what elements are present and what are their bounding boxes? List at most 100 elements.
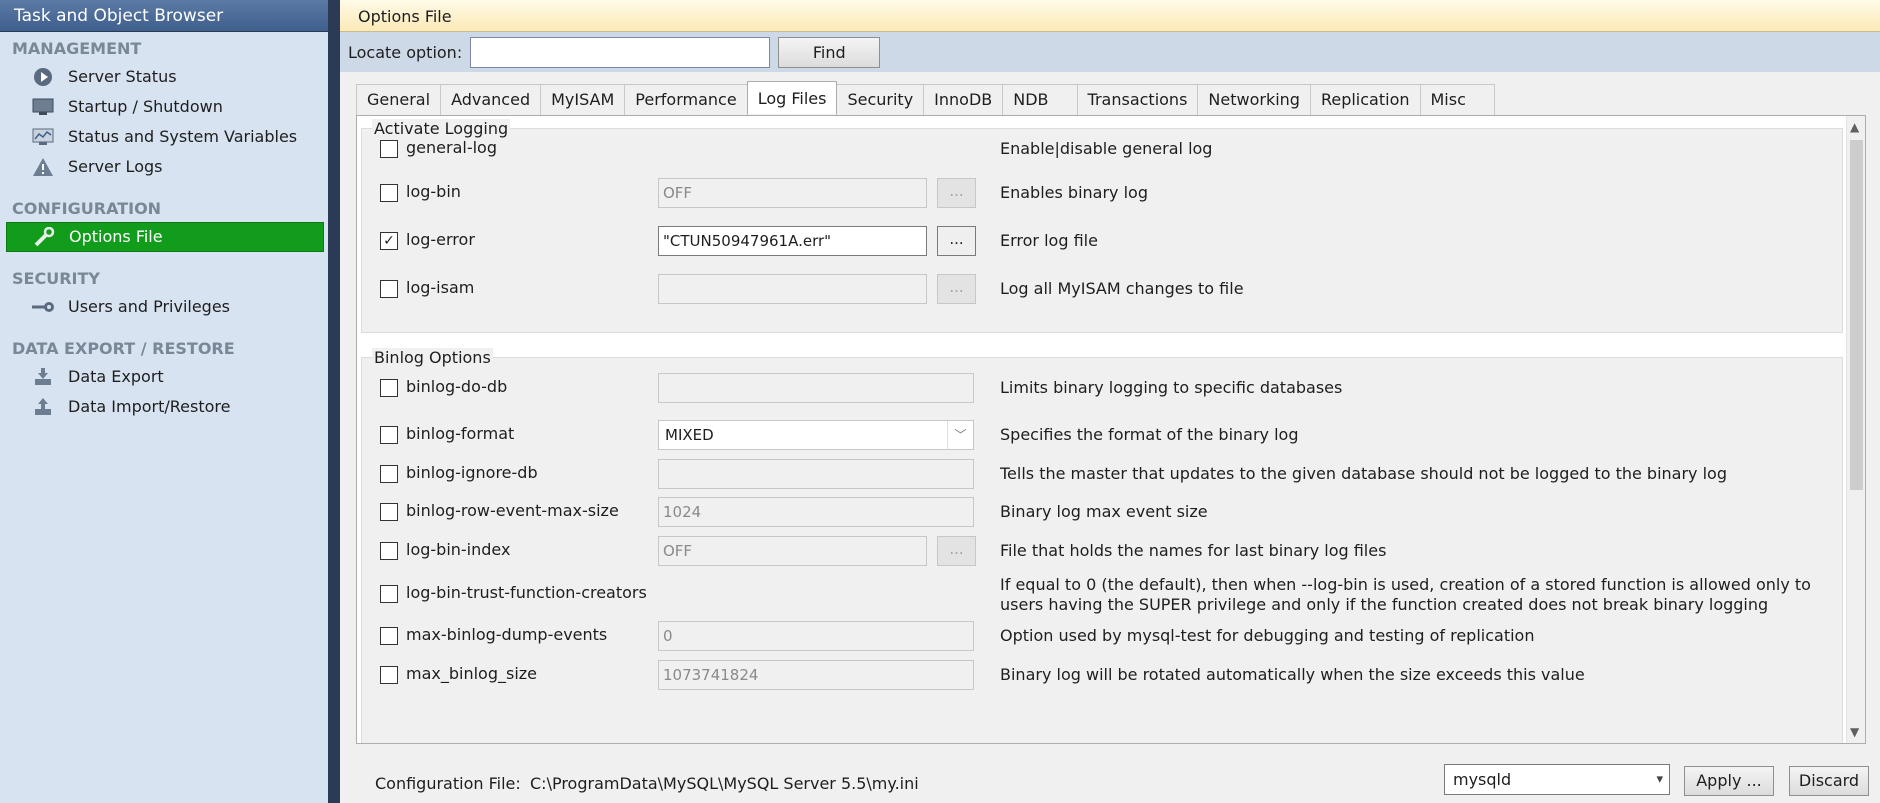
tab-innodb[interactable]: InnoDB	[923, 84, 1004, 115]
section-heading-security: SECURITY	[12, 269, 100, 288]
checkbox[interactable]	[380, 379, 398, 397]
tab-ndb[interactable]: NDB	[1002, 84, 1078, 115]
checkbox[interactable]	[380, 280, 398, 298]
checkbox[interactable]	[380, 465, 398, 483]
option-name: binlog-ignore-db	[406, 463, 538, 482]
option-name: log-error	[406, 230, 475, 249]
nav-item-options-file[interactable]: Options File	[6, 222, 324, 252]
option-name: binlog-do-db	[406, 377, 508, 396]
checkbox[interactable]	[380, 542, 398, 560]
option-description: Binary log will be rotated automatically…	[1000, 665, 1585, 684]
tab-general[interactable]: General	[356, 84, 442, 115]
export-icon	[30, 366, 56, 388]
nav-item-label: Data Import/Restore	[68, 397, 231, 416]
checkbox[interactable]	[380, 666, 398, 684]
option-row-binlog-ignore-db: binlog-ignore-db Tells the master that u…	[362, 456, 1842, 490]
nav-item-startup-shutdown[interactable]: Startup / Shutdown	[0, 92, 328, 122]
nav-item-server-logs[interactable]: Server Logs	[0, 152, 328, 182]
scroll-down-arrow-icon[interactable]: ▼	[1850, 725, 1859, 739]
select-value: MIXED	[665, 426, 714, 444]
tab-log-files[interactable]: Log Files	[746, 81, 838, 114]
section-heading-data-export: DATA EXPORT / RESTORE	[12, 339, 235, 358]
binlog-options-group: Binlog Options binlog-do-db Limits binar…	[361, 348, 1843, 743]
wrench-icon	[31, 226, 57, 248]
option-value-field[interactable]: OFF	[658, 536, 927, 566]
nav-item-data-export[interactable]: Data Export	[0, 362, 328, 392]
apply-button[interactable]: Apply ...	[1684, 766, 1774, 796]
binlog-format-select[interactable]: MIXED ﹀	[658, 420, 974, 450]
chart-monitor-icon	[30, 126, 56, 148]
option-value-field[interactable]: 1073741824	[658, 660, 974, 690]
option-value-field[interactable]	[658, 274, 927, 304]
scroll-up-arrow-icon[interactable]: ▲	[1850, 120, 1859, 134]
options-tabs: General Advanced MyISAM Performance Log …	[356, 81, 1495, 115]
tab-misc[interactable]: Misc	[1419, 84, 1495, 115]
monitor-icon	[30, 96, 56, 118]
option-value-field[interactable]: OFF	[658, 178, 927, 208]
checkbox[interactable]	[380, 140, 398, 158]
option-description: Specifies the format of the binary log	[1000, 425, 1299, 444]
tab-myisam[interactable]: MyISAM	[540, 84, 626, 115]
option-description: If equal to 0 (the default), then when -…	[1000, 575, 1811, 614]
checkbox[interactable]	[380, 184, 398, 202]
option-value-field[interactable]	[658, 459, 974, 489]
checkbox[interactable]	[380, 627, 398, 645]
checkbox[interactable]	[380, 585, 398, 603]
discard-button[interactable]: Discard	[1789, 766, 1869, 796]
checkbox[interactable]	[380, 503, 398, 521]
page-title: Options File	[340, 0, 1880, 32]
nav-item-label: Users and Privileges	[68, 297, 231, 316]
section-heading-configuration: CONFIGURATION	[12, 199, 162, 218]
option-value-field[interactable]	[658, 373, 974, 403]
section-select-value: mysqld	[1453, 770, 1512, 789]
nav-item-label: Options File	[69, 227, 163, 246]
option-description: Tells the master that updates to the giv…	[1000, 464, 1727, 483]
nav-item-server-status[interactable]: Server Status	[0, 62, 328, 92]
option-row-binlog-row-event-max-size: binlog-row-event-max-size 1024 Binary lo…	[362, 494, 1842, 528]
activate-logging-group: Activate Logging general-log Enable|disa…	[361, 119, 1843, 333]
option-description: Limits binary logging to specific databa…	[1000, 378, 1343, 397]
option-name: log-bin-trust-function-creators	[406, 583, 647, 602]
panel-title: Task and Object Browser	[0, 0, 328, 32]
tab-networking[interactable]: Networking	[1197, 84, 1311, 115]
section-select[interactable]: mysqld ▾	[1444, 764, 1670, 795]
option-name: max-binlog-dump-events	[406, 625, 608, 644]
locate-option-input[interactable]	[470, 36, 771, 68]
browse-button[interactable]: ...	[937, 178, 976, 208]
key-icon	[30, 296, 56, 318]
nav-item-status-variables[interactable]: Status and System Variables	[0, 122, 328, 152]
checkbox-checked[interactable]: ✓	[380, 232, 398, 250]
option-value-field[interactable]: 0	[658, 621, 974, 651]
option-name: binlog-row-event-max-size	[406, 501, 619, 520]
tab-replication[interactable]: Replication	[1309, 84, 1421, 115]
tab-performance[interactable]: Performance	[624, 84, 748, 115]
option-value-field[interactable]: "CTUN50947961A.err"	[658, 226, 927, 256]
tab-security[interactable]: Security	[836, 84, 925, 115]
option-row-binlog-format: binlog-format MIXED ﹀ Specifies the form…	[362, 417, 1842, 451]
footer-bar: Configuration File: C:\ProgramData\MySQL…	[340, 754, 1880, 803]
chevron-down-icon: ▾	[1656, 772, 1663, 787]
warning-icon	[30, 156, 56, 178]
option-row-log-bin-index: log-bin-index OFF ... File that holds th…	[362, 533, 1842, 567]
vertical-scrollbar[interactable]: ▲ ▼	[1846, 116, 1865, 743]
option-name: log-bin	[406, 182, 461, 201]
config-file-path: C:\ProgramData\MySQL\MySQL Server 5.5\my…	[530, 774, 919, 793]
nav-item-data-import[interactable]: Data Import/Restore	[0, 392, 328, 422]
option-name: binlog-format	[406, 424, 515, 443]
nav-item-users-privileges[interactable]: Users and Privileges	[0, 292, 328, 322]
browse-button[interactable]: ...	[937, 536, 976, 566]
find-button[interactable]: Find	[778, 36, 881, 68]
nav-item-label: Status and System Variables	[68, 127, 298, 146]
scrollbar-thumb[interactable]	[1850, 140, 1863, 490]
option-value-field[interactable]: 1024	[658, 497, 974, 527]
locate-bar: Locate option: Find	[340, 32, 1880, 72]
tab-transactions[interactable]: Transactions	[1076, 84, 1199, 115]
option-description: File that holds the names for last binar…	[1000, 541, 1387, 560]
option-name: general-log	[406, 138, 497, 157]
browse-button[interactable]: ...	[937, 274, 976, 304]
browse-button[interactable]: ...	[937, 226, 976, 256]
tab-advanced[interactable]: Advanced	[440, 84, 542, 115]
option-description: Error log file	[1000, 231, 1098, 250]
options-file-panel: Options File Locate option: Find General…	[340, 0, 1880, 803]
checkbox[interactable]	[380, 426, 398, 444]
